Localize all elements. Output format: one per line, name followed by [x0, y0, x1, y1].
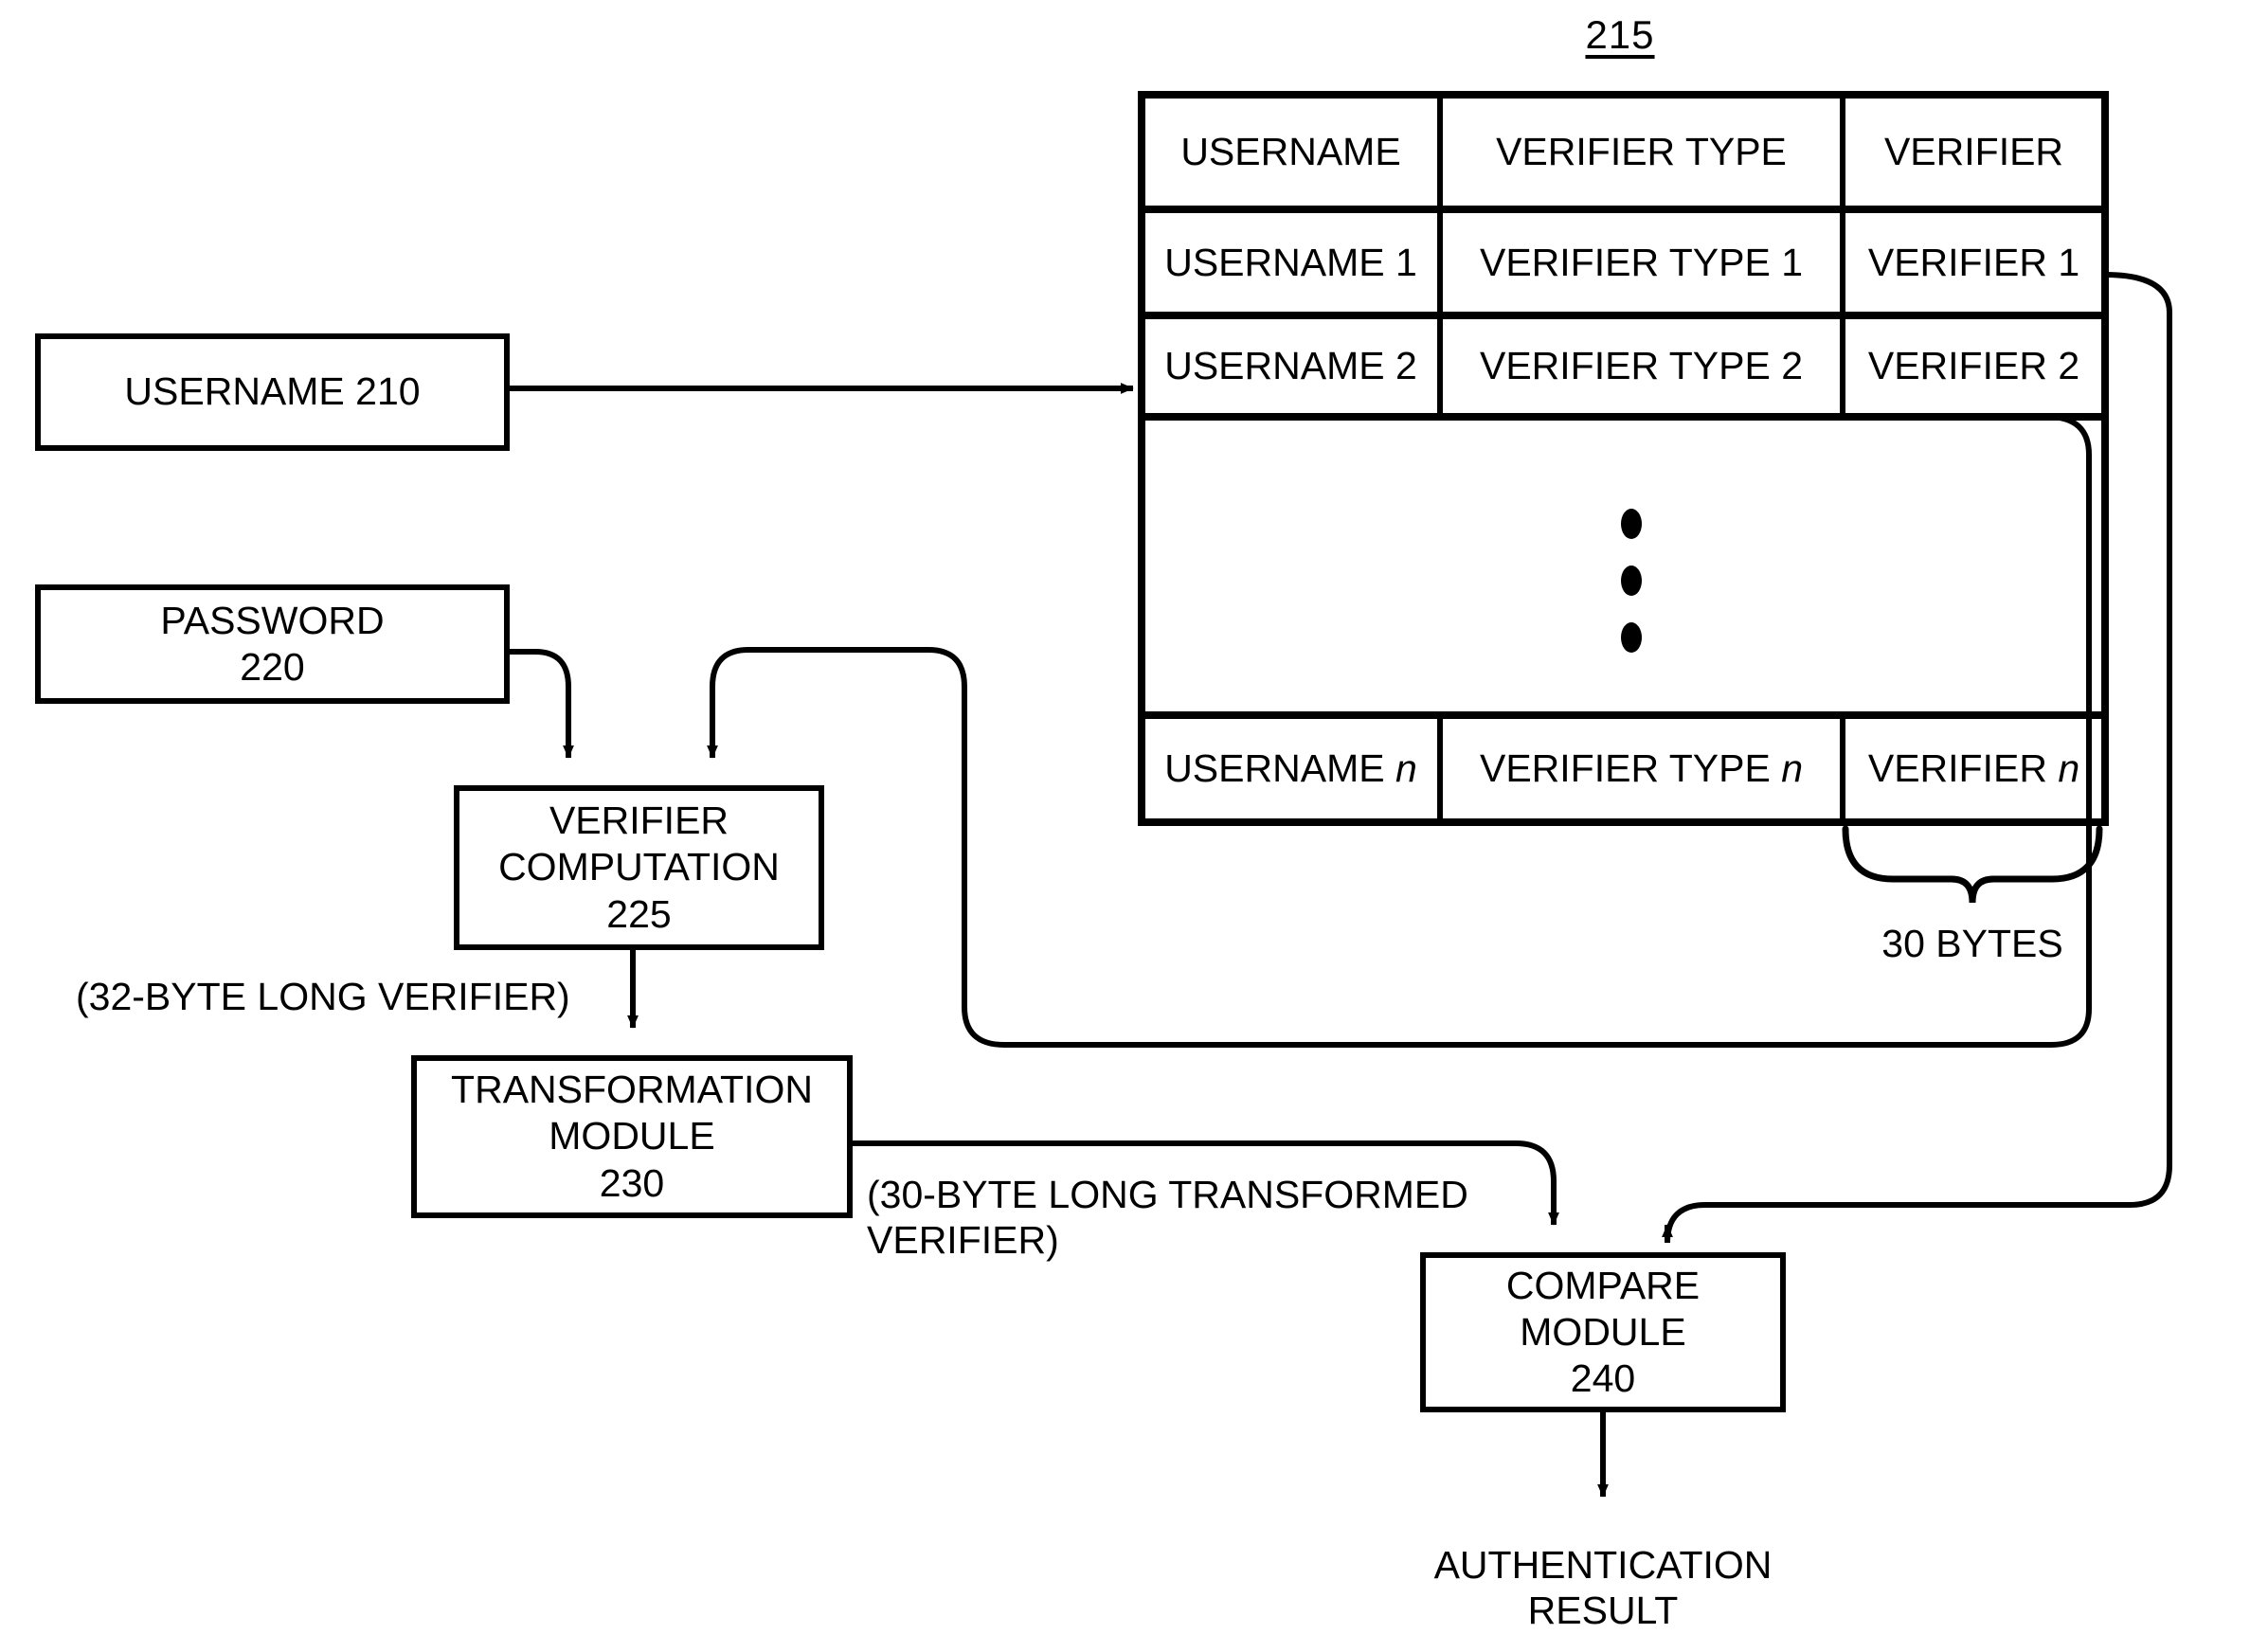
patent-figure-canvas: 215 USERNAME VERIFIER TYPE VERIFIER USER…: [0, 0, 2250, 1652]
cell-verifier-type-n: VERIFIER TYPE: [1479, 746, 1782, 790]
table-ellipsis-dots: [1621, 509, 1642, 653]
annotation-32-byte-verifier: (32-BYTE LONG VERIFIER): [76, 975, 570, 1018]
table-row: VERIFIER 2: [1843, 315, 2105, 417]
figure-reference-number: 215: [1585, 12, 1655, 57]
table-row: USERNAME 1: [1142, 209, 1440, 315]
table-header-username: USERNAME: [1180, 130, 1401, 173]
table-row: USERNAME n: [1142, 715, 1440, 822]
cell-username-n-index: n: [1395, 746, 1417, 790]
table-row: VERIFIER TYPE 2: [1440, 315, 1843, 417]
table-header-verifier-type: VERIFIER TYPE: [1496, 130, 1787, 173]
cell-username-n: USERNAME: [1164, 746, 1395, 790]
brace-label-30-bytes: 30 BYTES: [1881, 922, 2063, 965]
username-box-label: USERNAME 210: [124, 369, 421, 414]
cell-verifier-n-index: n: [2058, 746, 2080, 790]
cell-verifier-type-n-index: n: [1781, 746, 1804, 790]
table-row: VERIFIER 1: [1843, 209, 2105, 315]
cell-verifier-type-2: VERIFIER TYPE 2: [1479, 344, 1803, 387]
cell-verifier-n: VERIFIER: [1867, 746, 2059, 790]
table-row: VERIFIER TYPE 1: [1440, 209, 1843, 315]
table-row: VERIFIER TYPE n: [1440, 715, 1843, 822]
table-header-verifier: VERIFIER: [1883, 130, 2064, 173]
annotation-authentication-result: AUTHENTICATION RESULT: [1433, 1543, 1773, 1633]
compare-module-box-label: COMPARE MODULE 240: [1505, 1263, 1701, 1401]
table-row: VERIFIER n: [1843, 715, 2105, 822]
transformation-module-box-label: TRANSFORMATION MODULE 230: [451, 1068, 813, 1205]
password-box-label: PASSWORD 220: [160, 598, 385, 689]
table-row: USERNAME 2: [1142, 315, 1440, 417]
cell-verifier-2: VERIFIER 2: [1867, 344, 2080, 387]
annotation-30-byte-transformed-verifier: (30-BYTE LONG TRANSFORMED VERIFIER): [867, 1173, 1468, 1263]
brace-30-bytes: [1842, 825, 2103, 904]
verifier-computation-box-label: VERIFIER COMPUTATION 225: [498, 799, 780, 936]
cell-verifier-type-1: VERIFIER TYPE 1: [1479, 240, 1803, 284]
wire-password-to-verifier-computation: [507, 649, 574, 759]
cell-verifier-1: VERIFIER 1: [1867, 240, 2080, 284]
cell-username-1: USERNAME 1: [1164, 240, 1417, 284]
cell-username-2: USERNAME 2: [1164, 344, 1417, 387]
